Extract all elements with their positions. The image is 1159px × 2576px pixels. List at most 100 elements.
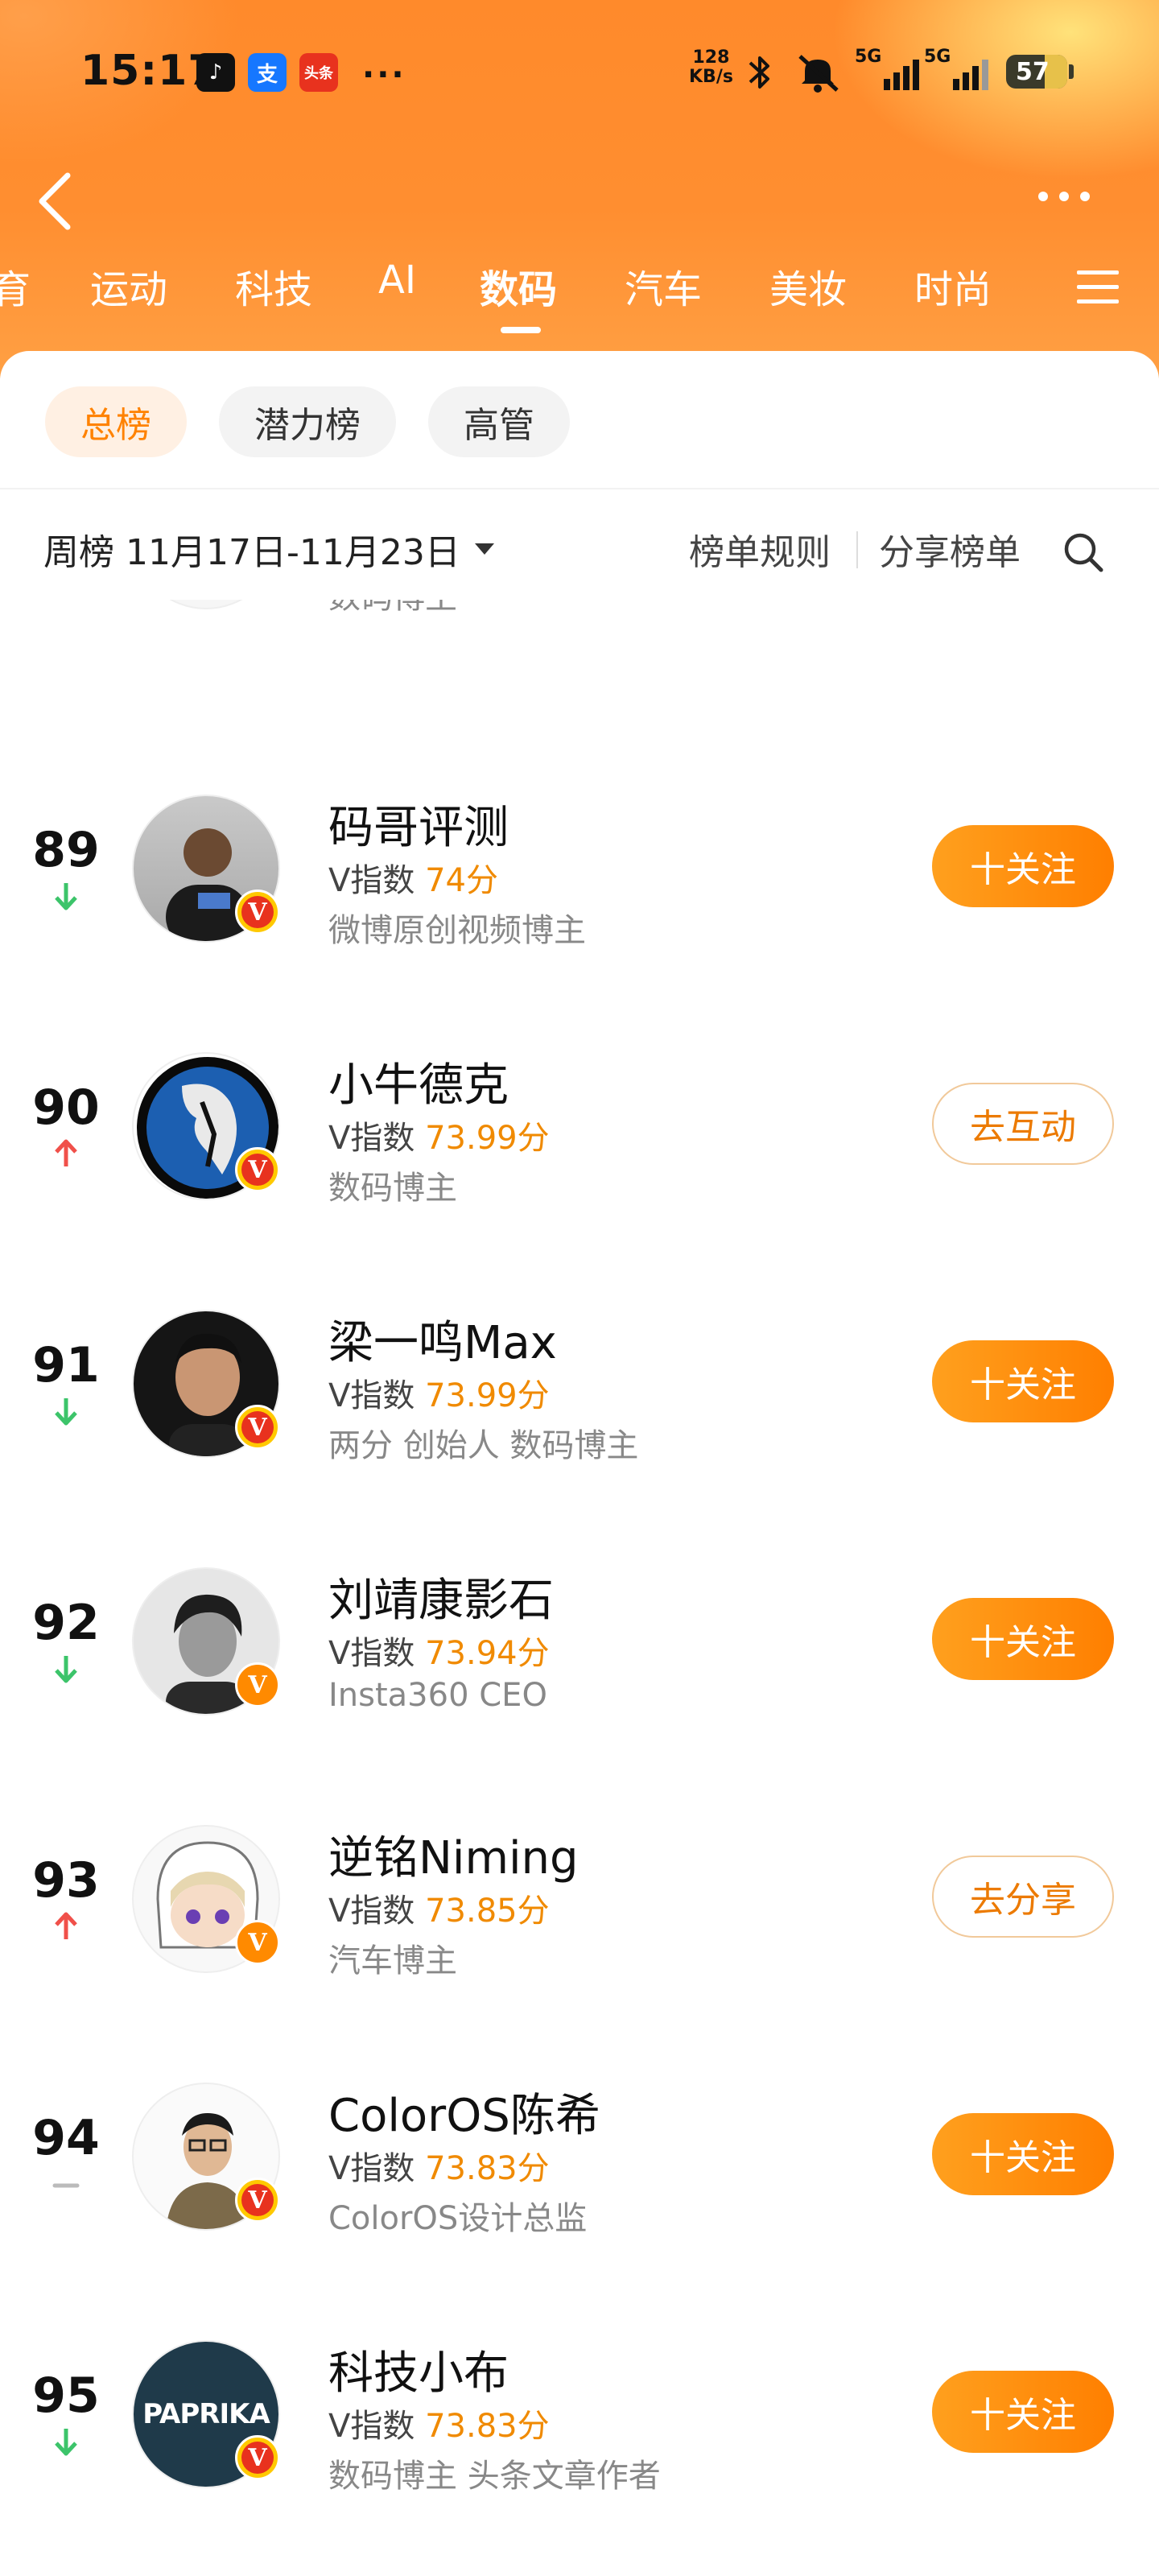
user-name[interactable]: 码哥评测 — [328, 791, 509, 857]
ranking-list: V 数码博主 89 V 码哥评测 V指数 74分 微博原创视频博主 十关注 90… — [0, 600, 1159, 2576]
trend-up-icon — [55, 1912, 77, 1939]
rank-number: 95 — [32, 2368, 100, 2424]
status-bar: 15:17 ♪ 支 头条 ··· 128 KB/s 5G 5G 57 — [0, 0, 1159, 145]
period-selector[interactable]: 周榜 11月17日-11月23日 — [43, 523, 494, 575]
follow-button[interactable]: 十关注 — [932, 825, 1114, 907]
v-index-score: 73.85分 — [425, 1893, 550, 1930]
tab-category-0[interactable]: 育 — [0, 258, 31, 314]
v-index-label: V指数 — [328, 1893, 415, 1930]
list-item[interactable]: 95 PAPRIKA V 科技小布 V指数 73.83分 数码博主 头条文章作者… — [0, 2330, 1159, 2576]
net-speed: 128 KB/s — [689, 48, 733, 87]
user-desc: Insta360 CEO — [328, 1677, 547, 1714]
list-item[interactable]: 93 V 逆铭Niming V指数 73.85分 汽车博主 去分享 — [0, 1815, 1159, 2078]
follow-button[interactable]: 十关注 — [932, 2371, 1114, 2453]
period-range: 11月17日-11月23日 — [126, 532, 460, 573]
user-desc: 数码博主 — [328, 1170, 457, 1207]
more-dots-icon[interactable] — [1038, 192, 1111, 211]
v-index-label: V指数 — [328, 1120, 415, 1157]
caret-down-icon — [474, 543, 494, 555]
v-index-label: V指数 — [328, 1635, 415, 1672]
interact-button[interactable]: 去互动 — [932, 1083, 1114, 1165]
user-name[interactable]: 小牛德克 — [328, 1049, 509, 1114]
list-item[interactable]: 89 V 码哥评测 V指数 74分 微博原创视频博主 十关注 — [0, 785, 1159, 1047]
v-index-score: 73.99分 — [425, 1120, 550, 1157]
divider — [0, 488, 1159, 489]
trend-down-icon — [55, 883, 77, 910]
verified-badge-icon: V — [235, 890, 280, 935]
rank-number: 90 — [32, 1080, 100, 1136]
verified-badge-icon: V — [235, 2435, 280, 2480]
menu-icon[interactable] — [1077, 270, 1119, 306]
verified-badge-icon: V — [235, 1405, 280, 1450]
v-index-score: 73.83分 — [425, 2408, 550, 2445]
verified-badge-icon: V — [235, 2178, 280, 2223]
verified-badge-icon: V — [235, 1147, 280, 1192]
back-chevron-icon[interactable] — [31, 169, 79, 233]
period-bar: 周榜 11月17日-11月23日 榜单规则 分享榜单 — [0, 523, 1159, 588]
subtab-potential[interactable]: 潜力榜 — [219, 386, 396, 457]
v-index-label: V指数 — [328, 862, 415, 899]
rank-number: 92 — [32, 1595, 100, 1651]
user-desc: 数码博主 头条文章作者 — [328, 2458, 661, 2495]
mute-bell-icon — [798, 55, 839, 93]
avatar-logo-text: PAPRIKA — [142, 2398, 270, 2430]
v-index: V指数 73.99分 — [328, 1369, 550, 1416]
battery-level: 57 — [1016, 57, 1050, 86]
share-button[interactable]: 去分享 — [932, 1856, 1114, 1938]
user-desc: 数码博主 — [328, 600, 457, 617]
user-name[interactable]: 科技小布 — [328, 2337, 509, 2402]
signal-2-icon — [953, 60, 988, 90]
active-tab-indicator — [501, 327, 541, 333]
user-desc: 微博原创视频博主 — [328, 912, 586, 949]
battery-indicator: 57 — [1006, 55, 1067, 89]
bluetooth-icon — [749, 56, 769, 89]
tab-category-7[interactable]: 时尚 — [914, 258, 992, 314]
user-name[interactable]: 刘靖康影石 — [328, 1564, 554, 1629]
net-speed-unit: KB/s — [689, 67, 733, 87]
tab-category-1[interactable]: 运动 — [90, 258, 167, 314]
list-item[interactable]: 91 V 梁一鸣Max V指数 73.99分 两分 创始人 数码博主 十关注 — [0, 1300, 1159, 1563]
more-notifications-icon: ··· — [362, 56, 406, 93]
tab-category-5[interactable]: 汽车 — [625, 258, 702, 314]
follow-button[interactable]: 十关注 — [932, 1340, 1114, 1422]
subtab-overall[interactable]: 总榜 — [45, 386, 187, 457]
share-link[interactable]: 分享榜单 — [879, 523, 1021, 575]
v-index-score: 73.83分 — [425, 2150, 550, 2187]
v-index-label: V指数 — [328, 2408, 415, 2445]
list-item[interactable]: 92 V 刘靖康影石 V指数 73.94分 Insta360 CEO 十关注 — [0, 1558, 1159, 1820]
v-index: V指数 73.99分 — [328, 1112, 550, 1158]
rank-number: 89 — [32, 822, 100, 878]
follow-button[interactable]: 十关注 — [932, 1598, 1114, 1680]
search-icon[interactable] — [1061, 530, 1106, 575]
user-name[interactable]: 梁一鸣Max — [328, 1307, 557, 1372]
trend-down-icon — [55, 2429, 77, 2456]
toutiao-icon: 头条 — [299, 53, 338, 92]
v-index: V指数 73.83分 — [328, 2142, 550, 2189]
rank-number: 93 — [32, 1852, 100, 1909]
user-desc: 两分 创始人 数码博主 — [328, 1427, 639, 1464]
rules-link[interactable]: 榜单规则 — [689, 523, 831, 575]
signal-1-icon — [884, 60, 919, 90]
battery-tip — [1069, 64, 1074, 79]
tab-category-4[interactable]: 数码 — [480, 258, 557, 314]
v-index-label: V指数 — [328, 1377, 415, 1414]
net-speed-value: 128 — [692, 47, 730, 68]
list-item[interactable]: 94 V ColorOS陈希 V指数 73.83分 ColorOS设计总监 十关… — [0, 2073, 1159, 2335]
v-index-score: 74分 — [425, 862, 498, 899]
v-index: V指数 73.83分 — [328, 2400, 550, 2446]
tab-category-6[interactable]: 美妆 — [769, 258, 847, 314]
trend-down-icon — [55, 1398, 77, 1426]
verified-badge-icon: V — [235, 1920, 280, 1965]
list-item[interactable]: 90 V 小牛德克 V指数 73.99分 数码博主 去互动 — [0, 1042, 1159, 1305]
tab-category-2[interactable]: 科技 — [235, 258, 312, 314]
subtab-executives[interactable]: 高管 — [428, 386, 570, 457]
follow-button[interactable]: 十关注 — [932, 2113, 1114, 2195]
user-name[interactable]: ColorOS陈希 — [328, 2079, 600, 2145]
user-name[interactable]: 逆铭Niming — [328, 1822, 579, 1887]
v-index: V指数 74分 — [328, 854, 498, 901]
trend-same-icon — [52, 2183, 80, 2188]
tab-category-3[interactable]: AI — [378, 258, 416, 303]
v-index-score: 73.94分 — [425, 1635, 550, 1672]
list-item-partial[interactable]: V 数码博主 — [0, 600, 1159, 714]
douyin-icon: ♪ — [196, 53, 235, 92]
